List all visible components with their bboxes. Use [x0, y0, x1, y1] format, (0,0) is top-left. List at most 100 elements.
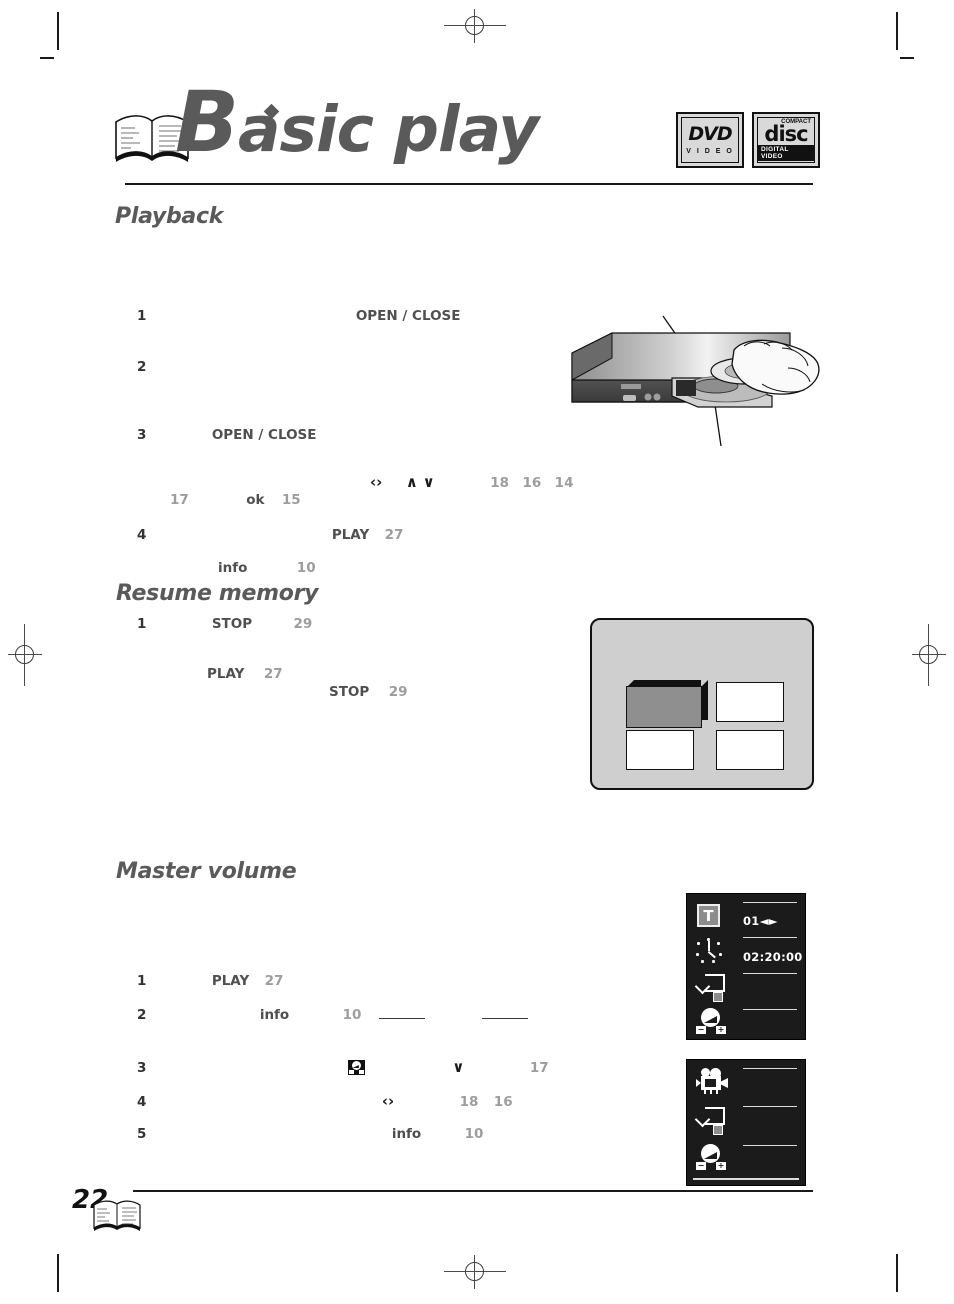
page-ref: 17: [170, 492, 189, 508]
step-volume-3: 3 ∨ 17: [137, 1058, 549, 1076]
page-ref: 29: [293, 616, 313, 632]
step-volume-5: 5 info 10: [137, 1126, 483, 1142]
menu-thumbnail[interactable]: [626, 730, 694, 770]
step-number: 4: [137, 1094, 147, 1110]
step-volume-4: 4 ‹› 18 16: [137, 1092, 513, 1110]
page-ref: 10: [296, 560, 316, 576]
crop-mark-br-v: [896, 1254, 898, 1292]
cd-logo-bottom-text: DIGITAL VIDEO: [758, 145, 814, 162]
osd-divider: [743, 1068, 797, 1069]
step-number: 2: [137, 359, 147, 375]
step-number: 3: [137, 427, 147, 443]
page-ref: 18: [459, 1094, 479, 1110]
registration-mark-left: [8, 624, 42, 686]
osd-bottom-line: [693, 1178, 799, 1180]
angle-volume-osd: − +: [686, 1059, 806, 1186]
left-right-arrows-icon: ‹›: [370, 473, 383, 491]
camera-angle-icon: [696, 1068, 728, 1094]
stop-keyword: STOP: [329, 684, 370, 700]
page-ref: 17: [529, 1060, 549, 1076]
title-time-osd: T 01◄► 02:20:00 − +: [686, 893, 806, 1040]
step-volume-1: 1 PLAY 27: [137, 973, 283, 989]
page-title: Basic play: [175, 80, 539, 166]
osd-time-value: 02:20:00: [743, 950, 803, 964]
step-keyword: OPEN / CLOSE: [355, 308, 461, 324]
step-number: 5: [137, 1126, 147, 1142]
crop-mark-tr-v: [896, 12, 898, 50]
tv-menu-screen-illustration: [590, 618, 814, 790]
cd-logo-main-text: disc: [764, 121, 808, 146]
page-ref: 27: [263, 666, 283, 682]
page-title-rest: asic play: [238, 93, 539, 166]
page-title-cap: B: [175, 73, 239, 171]
down-arrow-icon: ∨: [452, 1058, 465, 1076]
osd-title-value: 01◄►: [743, 914, 778, 928]
osd-divider: [743, 1009, 797, 1010]
osd-divider: [743, 1145, 797, 1146]
section-heading-playback: Playback: [115, 204, 224, 229]
step-resume-1: 1 STOP 29: [137, 616, 312, 632]
left-right-arrows-icon: ‹›: [381, 1092, 395, 1110]
playback-ok-line: 17 ok 15: [170, 492, 301, 508]
blank-underline-b: [482, 1007, 529, 1019]
playback-nav-line: ‹› ∧ ∨ 18 16 14: [370, 473, 573, 491]
step-playback-3: 3 OPEN / CLOSE: [137, 427, 316, 443]
menu-thumbnail[interactable]: [716, 730, 784, 770]
info-keyword: info: [218, 560, 248, 576]
page-ref: 27: [384, 527, 404, 543]
menu-thumbnail[interactable]: [716, 682, 784, 722]
page-ref: 10: [464, 1126, 484, 1142]
dvd-video-logo: DVD V I D E O: [676, 112, 744, 168]
volume-knob-icon: [347, 1060, 365, 1075]
section-heading-master-volume: Master volume: [116, 859, 297, 884]
page-ref: 29: [388, 684, 408, 700]
playback-info-line: info 10: [218, 560, 316, 576]
volume-knob-icon: − +: [696, 1144, 726, 1170]
osd-divider: [743, 937, 797, 938]
title-t-icon: T: [697, 904, 720, 927]
registration-mark-top: [444, 9, 506, 43]
repeat-icon: [694, 974, 725, 1002]
page-ref: 14: [554, 475, 574, 491]
down-arrow-icon: ∨: [422, 473, 435, 491]
step-keyword: info: [391, 1126, 422, 1142]
section-heading-resume-memory: Resume memory: [116, 581, 319, 606]
blank-underline-a: [378, 1007, 425, 1019]
step-number: 1: [137, 973, 147, 989]
manual-page: Basic play DVD V I D E O COMPACT disc DI…: [0, 0, 954, 1304]
osd-divider: [743, 1106, 797, 1107]
step-playback-2: 2: [137, 359, 146, 375]
step-volume-2: 2 info 10: [137, 1007, 529, 1023]
step-keyword: PLAY: [211, 973, 250, 989]
clock-icon: [696, 938, 722, 964]
crop-mark-tl-h: [40, 57, 54, 59]
open-book-icon-footer: [93, 1200, 141, 1231]
step-keyword: STOP: [211, 616, 253, 632]
registration-mark-bottom: [444, 1255, 506, 1289]
repeat-icon: [694, 1107, 725, 1135]
osd-divider: [743, 973, 797, 974]
registration-mark-right: [912, 624, 946, 686]
step-playback-1: 1 OPEN / CLOSE: [137, 308, 460, 324]
menu-thumbnail-selected[interactable]: [626, 686, 702, 728]
title-t-icon-label: T: [703, 906, 714, 925]
step-number: 3: [137, 1060, 147, 1076]
step-number: 1: [137, 616, 147, 632]
dvd-logo-subtext: V I D E O: [686, 148, 734, 155]
step-keyword: OPEN / CLOSE: [211, 427, 317, 443]
step-number: 4: [137, 527, 147, 543]
footer-divider: [133, 1190, 813, 1192]
step-keyword: PLAY: [331, 527, 370, 543]
resume-play-line: PLAY 27: [207, 666, 283, 682]
crop-mark-bl-v: [57, 1254, 59, 1292]
step-keyword: info: [259, 1007, 290, 1023]
volume-knob-icon: − +: [696, 1008, 726, 1034]
step-number: 1: [137, 308, 147, 324]
page-ref: 16: [493, 1094, 513, 1110]
crop-mark-tl-v: [57, 12, 59, 50]
up-arrow-icon: ∧: [405, 473, 418, 491]
step-number: 2: [137, 1007, 147, 1023]
osd-divider: [743, 902, 797, 903]
compact-disc-logo: COMPACT disc DIGITAL VIDEO: [752, 112, 820, 168]
crop-mark-tr-h: [900, 57, 914, 59]
